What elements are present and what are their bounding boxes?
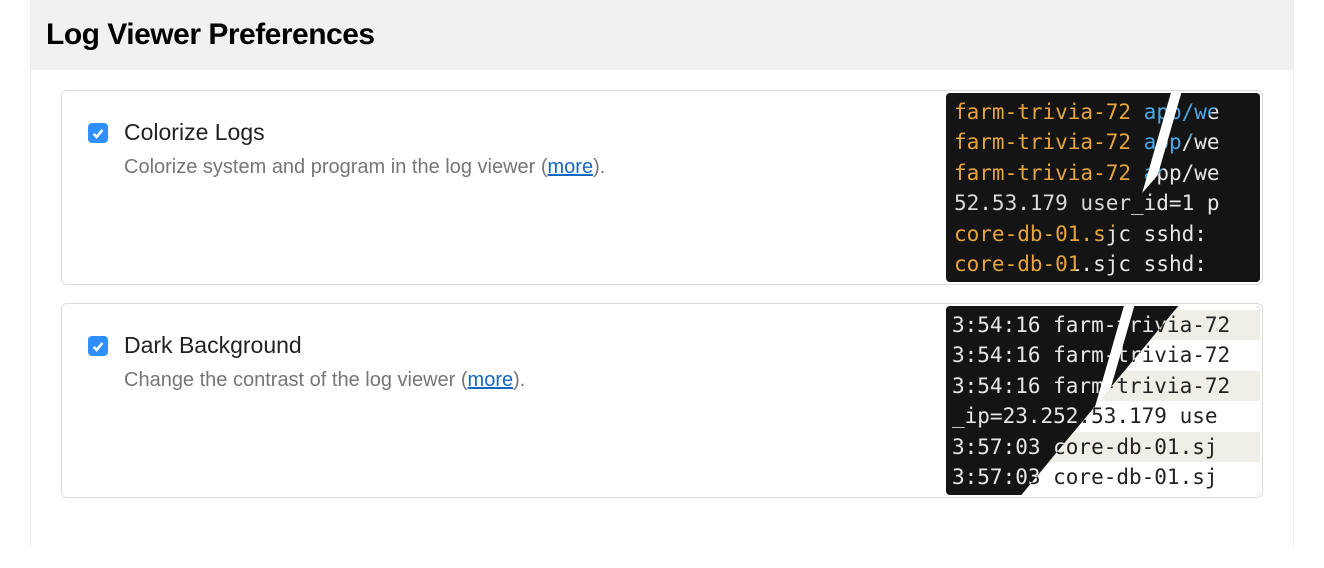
- pref-card-dark-background: Dark Background Change the contrast of t…: [61, 303, 1263, 498]
- pref-title: Colorize Logs: [124, 119, 605, 146]
- pref-description: Change the contrast of the log viewer (m…: [124, 369, 525, 392]
- pref-card-colorize-logs: Colorize Logs Colorize system and progra…: [61, 90, 1263, 285]
- pref-description: Colorize system and program in the log v…: [124, 156, 605, 179]
- check-icon: [91, 126, 105, 140]
- checkbox-colorize-logs[interactable]: [88, 123, 108, 143]
- preview-colorize: farm-trivia-72 app/we farm-trivia-72 app…: [946, 93, 1260, 282]
- more-link[interactable]: more: [548, 156, 594, 178]
- section-header: Log Viewer Preferences: [31, 0, 1293, 70]
- preview-dark-background: 3:54:16 farm-trivia-72 3:54:16 farm-triv…: [946, 306, 1260, 495]
- checkbox-dark-background[interactable]: [88, 336, 108, 356]
- more-link[interactable]: more: [468, 369, 514, 391]
- pref-title: Dark Background: [124, 332, 525, 359]
- check-icon: [91, 339, 105, 353]
- section-title: Log Viewer Preferences: [46, 18, 1278, 52]
